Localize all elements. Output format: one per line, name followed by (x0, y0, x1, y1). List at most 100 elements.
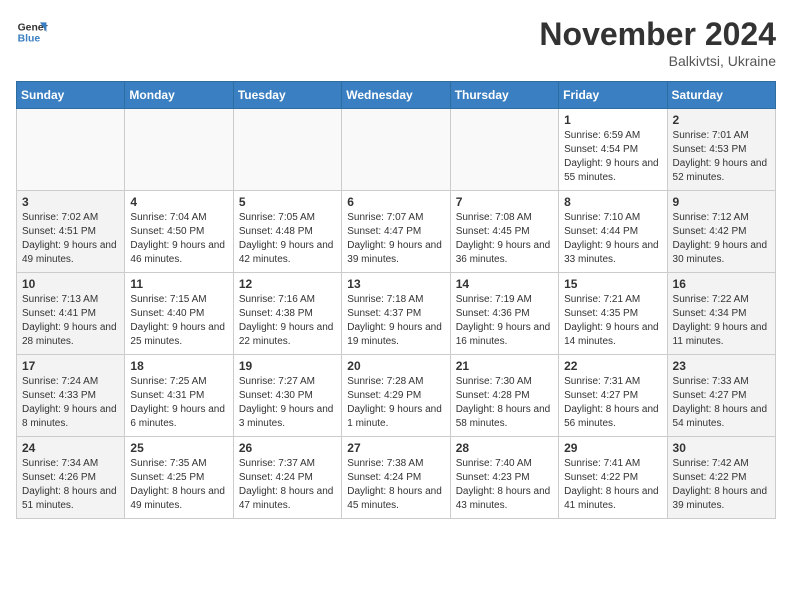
calendar-cell: 22Sunrise: 7:31 AM Sunset: 4:27 PM Dayli… (559, 355, 667, 437)
day-info: Sunrise: 7:28 AM Sunset: 4:29 PM Dayligh… (347, 375, 444, 431)
page-header: General Blue November 2024 Balkivtsi, Uk… (16, 16, 776, 69)
day-number: 20 (347, 359, 444, 373)
day-info: Sunrise: 7:16 AM Sunset: 4:38 PM Dayligh… (239, 293, 336, 349)
calendar-cell: 20 Sunrise: 7:28 AM Sunset: 4:29 PM Dayli… (342, 355, 450, 437)
calendar-cell: 21 Sunrise: 7:30 AM Sunset: 4:28 PM Dayli… (450, 355, 558, 437)
day-number: 23 (673, 359, 770, 373)
day-number: 27 (347, 441, 444, 455)
calendar-cell (342, 109, 450, 191)
calendar-cell: 1 Sunrise: 6:59 AM Sunset: 4:54 PM Daylig… (559, 109, 667, 191)
day-number: 7 (456, 195, 553, 209)
calendar-cell (233, 109, 341, 191)
day-info: Sunrise: 7:34 AM Sunset: 4:26 PM Dayligh… (22, 457, 119, 513)
logo-icon: General Blue (16, 16, 48, 48)
calendar-cell: 7Sunrise: 7:08 AM Sunset: 4:45 PM Daylig… (450, 191, 558, 273)
day-number: 2 (673, 113, 770, 127)
calendar-body: 1 Sunrise: 6:59 AM Sunset: 4:54 PM Daylig… (17, 109, 776, 519)
day-info: Sunrise: 7:15 AM Sunset: 4:40 PM Dayligh… (130, 293, 227, 349)
calendar-cell: 29 Sunrise: 7:41 AM Sunset: 4:22 PM Dayli… (559, 437, 667, 519)
day-number: 30 (673, 441, 770, 455)
day-info: Sunrise: 6:59 AM Sunset: 4:54 PM Dayligh… (564, 129, 661, 185)
calendar-table: SundayMondayTuesdayWednesdayThursdayFrid… (16, 81, 776, 519)
day-number: 8 (564, 195, 661, 209)
calendar-cell: 27 Sunrise: 7:38 AM Sunset: 4:24 PM Dayli… (342, 437, 450, 519)
calendar-cell: 30 Sunrise: 7:42 AM Sunset: 4:22 PM Dayli… (667, 437, 775, 519)
calendar-cell: 14Sunrise: 7:19 AM Sunset: 4:36 PM Dayli… (450, 273, 558, 355)
calendar-cell (125, 109, 233, 191)
calendar-cell: 18 Sunrise: 7:25 AM Sunset: 4:31 PM Dayli… (125, 355, 233, 437)
day-number: 21 (456, 359, 553, 373)
day-info: Sunrise: 7:30 AM Sunset: 4:28 PM Dayligh… (456, 375, 553, 431)
day-info: Sunrise: 7:40 AM Sunset: 4:23 PM Dayligh… (456, 457, 553, 513)
day-number: 26 (239, 441, 336, 455)
day-number: 29 (564, 441, 661, 455)
day-number: 28 (456, 441, 553, 455)
weekday-header-row: SundayMondayTuesdayWednesdayThursdayFrid… (17, 82, 776, 109)
day-info: Sunrise: 7:13 AM Sunset: 4:41 PM Dayligh… (22, 293, 119, 349)
calendar-cell: 16 Sunrise: 7:22 AM Sunset: 4:34 PM Dayli… (667, 273, 775, 355)
calendar-cell: 23 Sunrise: 7:33 AM Sunset: 4:27 PM Dayli… (667, 355, 775, 437)
day-number: 11 (130, 277, 227, 291)
calendar-cell: 11 Sunrise: 7:15 AM Sunset: 4:40 PM Dayli… (125, 273, 233, 355)
calendar-cell: 2 Sunrise: 7:01 AM Sunset: 4:53 PM Daylig… (667, 109, 775, 191)
day-info: Sunrise: 7:05 AM Sunset: 4:48 PM Dayligh… (239, 211, 336, 267)
weekday-header-cell: Thursday (450, 82, 558, 109)
calendar-cell: 15Sunrise: 7:21 AM Sunset: 4:35 PM Dayli… (559, 273, 667, 355)
day-number: 12 (239, 277, 336, 291)
day-number: 19 (239, 359, 336, 373)
day-info: Sunrise: 7:07 AM Sunset: 4:47 PM Dayligh… (347, 211, 444, 267)
calendar-cell: 28 Sunrise: 7:40 AM Sunset: 4:23 PM Dayli… (450, 437, 558, 519)
calendar-cell: 24 Sunrise: 7:34 AM Sunset: 4:26 PM Dayli… (17, 437, 125, 519)
day-info: Sunrise: 7:37 AM Sunset: 4:24 PM Dayligh… (239, 457, 336, 513)
day-info: Sunrise: 7:42 AM Sunset: 4:22 PM Dayligh… (673, 457, 770, 513)
day-info: Sunrise: 7:33 AM Sunset: 4:27 PM Dayligh… (673, 375, 770, 431)
day-number: 5 (239, 195, 336, 209)
logo: General Blue (16, 16, 48, 48)
calendar-row: 1 Sunrise: 6:59 AM Sunset: 4:54 PM Daylig… (17, 109, 776, 191)
day-number: 22 (564, 359, 661, 373)
calendar-cell: 10Sunrise: 7:13 AM Sunset: 4:41 PM Dayli… (17, 273, 125, 355)
day-number: 1 (564, 113, 661, 127)
calendar-row: 24 Sunrise: 7:34 AM Sunset: 4:26 PM Dayli… (17, 437, 776, 519)
day-number: 16 (673, 277, 770, 291)
weekday-header-cell: Friday (559, 82, 667, 109)
calendar-row: 17Sunrise: 7:24 AM Sunset: 4:33 PM Dayli… (17, 355, 776, 437)
day-info: Sunrise: 7:38 AM Sunset: 4:24 PM Dayligh… (347, 457, 444, 513)
svg-text:Blue: Blue (18, 34, 41, 45)
day-info: Sunrise: 7:01 AM Sunset: 4:53 PM Dayligh… (673, 129, 770, 185)
day-info: Sunrise: 7:35 AM Sunset: 4:25 PM Dayligh… (130, 457, 227, 513)
calendar-cell: 3 Sunrise: 7:02 AM Sunset: 4:51 PM Daylig… (17, 191, 125, 273)
day-number: 14 (456, 277, 553, 291)
calendar-row: 10Sunrise: 7:13 AM Sunset: 4:41 PM Dayli… (17, 273, 776, 355)
calendar-cell: 25 Sunrise: 7:35 AM Sunset: 4:25 PM Dayli… (125, 437, 233, 519)
calendar-cell: 26 Sunrise: 7:37 AM Sunset: 4:24 PM Dayli… (233, 437, 341, 519)
calendar-cell (450, 109, 558, 191)
day-number: 3 (22, 195, 119, 209)
day-info: Sunrise: 7:12 AM Sunset: 4:42 PM Dayligh… (673, 211, 770, 267)
weekday-header-cell: Monday (125, 82, 233, 109)
day-info: Sunrise: 7:24 AM Sunset: 4:33 PM Dayligh… (22, 375, 119, 431)
day-info: Sunrise: 7:02 AM Sunset: 4:51 PM Dayligh… (22, 211, 119, 267)
day-number: 24 (22, 441, 119, 455)
calendar-row: 3 Sunrise: 7:02 AM Sunset: 4:51 PM Daylig… (17, 191, 776, 273)
day-number: 4 (130, 195, 227, 209)
day-info: Sunrise: 7:10 AM Sunset: 4:44 PM Dayligh… (564, 211, 661, 267)
calendar-cell: 12 Sunrise: 7:16 AM Sunset: 4:38 PM Dayli… (233, 273, 341, 355)
day-info: Sunrise: 7:41 AM Sunset: 4:22 PM Dayligh… (564, 457, 661, 513)
day-info: Sunrise: 7:18 AM Sunset: 4:37 PM Dayligh… (347, 293, 444, 349)
calendar-cell: 4 Sunrise: 7:04 AM Sunset: 4:50 PM Daylig… (125, 191, 233, 273)
month-title: November 2024 (539, 16, 776, 53)
calendar-cell: 5 Sunrise: 7:05 AM Sunset: 4:48 PM Daylig… (233, 191, 341, 273)
calendar-cell: 17Sunrise: 7:24 AM Sunset: 4:33 PM Dayli… (17, 355, 125, 437)
day-info: Sunrise: 7:22 AM Sunset: 4:34 PM Dayligh… (673, 293, 770, 349)
calendar-cell: 19Sunrise: 7:27 AM Sunset: 4:30 PM Dayli… (233, 355, 341, 437)
location-subtitle: Balkivtsi, Ukraine (539, 53, 776, 69)
day-info: Sunrise: 7:04 AM Sunset: 4:50 PM Dayligh… (130, 211, 227, 267)
weekday-header-cell: Saturday (667, 82, 775, 109)
day-number: 18 (130, 359, 227, 373)
day-number: 25 (130, 441, 227, 455)
day-info: Sunrise: 7:25 AM Sunset: 4:31 PM Dayligh… (130, 375, 227, 431)
calendar-cell: 9Sunrise: 7:12 AM Sunset: 4:42 PM Daylig… (667, 191, 775, 273)
calendar-cell (17, 109, 125, 191)
day-number: 13 (347, 277, 444, 291)
